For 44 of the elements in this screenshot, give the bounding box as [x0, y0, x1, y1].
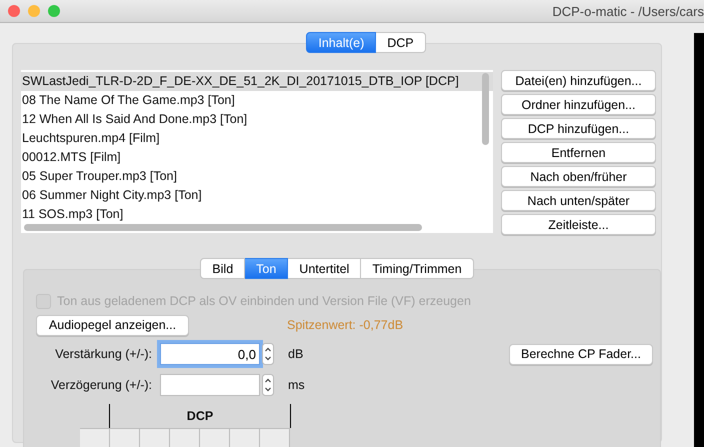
fader-button[interactable]: Berechne CP Fader... [509, 344, 653, 364]
zoom-button[interactable] [48, 5, 60, 17]
action-button[interactable]: Nach unten/später [501, 190, 656, 211]
tab[interactable]: Bild [200, 258, 246, 279]
mapping-cell[interactable] [110, 428, 140, 447]
unit-label: dB [288, 347, 304, 361]
content-list-item[interactable]: Leuchtspuren.mp4 [Film] [21, 129, 493, 148]
window-title: DCP-o-matic - /Users/cars [552, 4, 704, 18]
peak-value: Spitzenwert: -0,77dB [287, 318, 404, 332]
content-list-item[interactable]: SWLastJedi_TLR-D-2D_F_DE-XX_DE_51_2K_DI_20171015_DTB_IOP [DCP] [21, 72, 493, 91]
action-button[interactable]: DCP hinzufügen... [501, 118, 656, 139]
gain-field[interactable]: 0,0 [160, 343, 260, 365]
mapping-cell[interactable] [200, 428, 230, 447]
tab[interactable]: Timing/Trimmen [361, 258, 474, 279]
audio-levels-button[interactable]: Audiopegel anzeigen... [36, 314, 189, 336]
action-button[interactable]: Zeitleiste... [501, 214, 656, 235]
close-button[interactable] [8, 5, 20, 17]
minimize-button[interactable] [28, 5, 40, 17]
action-button[interactable]: Datei(en) hinzufügen... [501, 70, 656, 91]
tab[interactable]: Inhalt(e) [306, 32, 376, 53]
unit-label: ms [288, 378, 306, 392]
vertical-scrollbar[interactable] [482, 73, 489, 145]
gain-label: Verstärkung (+/-): [54, 347, 152, 361]
mapping-cell[interactable] [230, 428, 260, 447]
mapping-cell[interactable] [140, 428, 170, 447]
mapping-cell[interactable] [80, 428, 110, 447]
content-list-item[interactable]: 05 Super Trouper.mp3 [Ton] [21, 167, 493, 186]
content-list-item[interactable]: 06 Summer Night City.mp3 [Ton] [21, 186, 493, 205]
mapping-cell[interactable] [170, 428, 200, 447]
mapping-cell[interactable] [260, 428, 290, 447]
action-button[interactable]: Nach oben/früher [501, 166, 656, 187]
content-list-item[interactable]: 08 The Name Of The Game.mp3 [Ton] [21, 91, 493, 110]
delay-field[interactable] [160, 374, 260, 396]
action-button[interactable]: Entfernen [501, 142, 656, 163]
stepper-icon[interactable] [262, 343, 274, 365]
stepper-icon[interactable] [262, 374, 274, 396]
tab[interactable]: Untertitel [288, 258, 362, 279]
delay-label: Verzögerung (+/-): [50, 378, 152, 392]
content-list-item[interactable]: 00012.MTS [Film] [21, 148, 493, 167]
tab[interactable]: DCP [376, 32, 426, 53]
action-button[interactable]: Ordner hinzufügen... [501, 94, 656, 115]
content-list-item[interactable]: 11 SOS.mp3 [Ton] [21, 205, 493, 224]
content-list-item[interactable]: 12 When All Is Said And Done.mp3 [Ton] [21, 110, 493, 129]
horizontal-scrollbar[interactable] [24, 224, 422, 231]
